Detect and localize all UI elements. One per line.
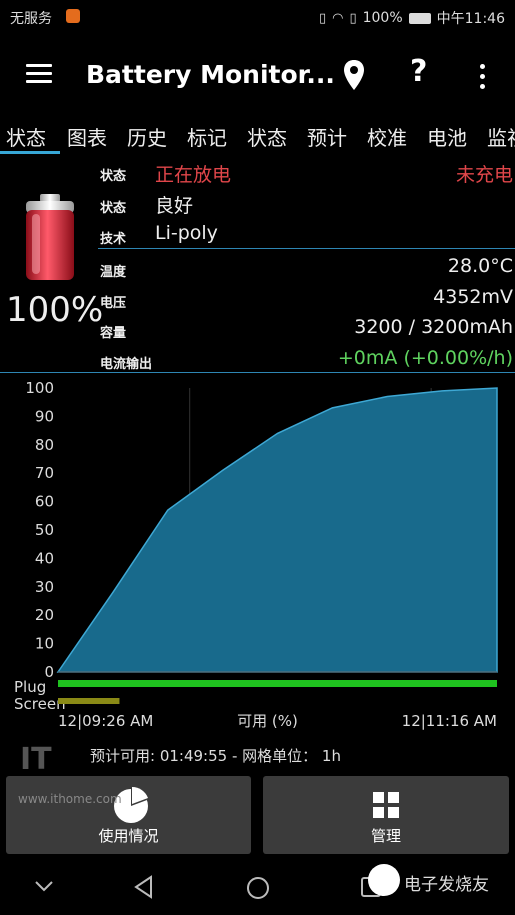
clock: 中午11:46 [436, 11, 505, 27]
usage-button[interactable]: 使用情况 [6, 776, 251, 854]
prediction-text: 预计可用: 01:49:55 - 网格单位： 1h [90, 747, 341, 765]
status-label: 状态 [100, 169, 127, 184]
y-tick-label: 60 [35, 493, 54, 511]
plug-row-label: Plug [14, 678, 46, 696]
tech-label: 技术 [100, 232, 127, 247]
y-tick-label: 80 [35, 436, 54, 454]
tech-value: Li-poly [155, 222, 218, 244]
temp-label: 温度 [100, 265, 127, 280]
status-bar: 无服务 ▯ ◠ ▯ 100% 中午11:46 [0, 0, 515, 34]
collapse-icon[interactable] [34, 878, 54, 897]
tab-monitor[interactable]: 监视 [487, 122, 515, 151]
x-start-label: 12|09:26 AM [58, 712, 153, 730]
y-tick-label: 30 [35, 578, 54, 596]
y-tick-label: 70 [35, 464, 54, 482]
y-tick-label: 20 [35, 606, 54, 624]
chart-svg: 1009080706050403020100PlugScreen12|09:26… [14, 379, 498, 730]
battery-percent: 100% [6, 290, 104, 330]
app-title: Battery Monitor... [86, 60, 335, 89]
usage-button-label: 使用情况 [98, 827, 159, 845]
x-axis-label: 可用 (%) [237, 712, 298, 730]
help-icon[interactable]: ? [410, 54, 427, 89]
plug-bar [58, 680, 497, 687]
tab-chart[interactable]: 图表 [67, 122, 107, 151]
tab-battery[interactable]: 电池 [427, 122, 467, 151]
notification-icon [66, 9, 80, 23]
temp-value: 28.0°C [447, 255, 513, 277]
menu-icon[interactable] [26, 62, 54, 86]
capacity-label: 容量 [100, 326, 127, 341]
vibrate-icon: ▯ [318, 10, 327, 26]
tab-marks[interactable]: 标记 [187, 122, 227, 151]
tab-estimate[interactable]: 预计 [307, 122, 347, 151]
battery-status-icon: ▯ [349, 10, 357, 26]
x-end-label: 12|11:16 AM [402, 712, 497, 730]
battery-chart[interactable]: 100 90 80 70 60 50 40 30 20 10 0 Plug Screen 12|09:26… [6, 372, 509, 742]
tab-history[interactable]: 历史 [127, 122, 167, 151]
wifi-icon: ◠ [332, 10, 344, 26]
plug-value: 未充电 [455, 164, 513, 186]
elecfans-logo [368, 864, 400, 896]
app-bar: Battery Monitor... ? [0, 44, 515, 108]
status-value: 正在放电 [155, 164, 232, 186]
elecfans-watermark: 电子发烧友 [404, 875, 489, 895]
ithome-watermark: www.ithome.com [18, 792, 122, 806]
screen-row-label: Screen [14, 695, 66, 713]
current-value: +0mA (+0.00%/h) [337, 347, 513, 369]
grid-icon [373, 792, 399, 822]
back-icon[interactable] [132, 874, 154, 904]
voltage-label: 电压 [100, 296, 127, 311]
home-icon[interactable] [245, 875, 271, 905]
tab-calibrate[interactable]: 校准 [367, 122, 407, 151]
tab-status[interactable]: 状态 [6, 122, 46, 151]
capacity-value: 3200 / 3200mAh [354, 316, 513, 338]
info-divider [98, 248, 515, 249]
y-tick-label: 50 [35, 521, 54, 539]
tab-state[interactable]: 状态 [247, 122, 287, 151]
manage-button[interactable]: 管理 [263, 776, 509, 854]
y-tick-label: 90 [35, 407, 54, 425]
screen-bar [58, 698, 120, 704]
y-tick-label: 100 [25, 379, 54, 397]
active-tab-indicator [0, 151, 60, 154]
health-value: 良好 [155, 195, 194, 217]
y-tick-label: 40 [35, 549, 54, 567]
location-pin-icon[interactable] [342, 58, 366, 92]
carrier-text: 无服务 [10, 11, 52, 27]
battery-icon [22, 192, 78, 288]
battery-level-icon [408, 12, 431, 24]
navigation-bar: 电子发烧友 [0, 862, 515, 915]
health-label: 状态 [100, 201, 127, 216]
tab-bar: 状态 图表 历史 标记 状态 预计 校准 电池 监视 [0, 118, 515, 156]
more-icon[interactable] [475, 60, 489, 94]
area-series [56, 387, 498, 673]
y-tick-label: 10 [35, 635, 54, 653]
ithome-logo: IT [20, 742, 52, 777]
battery-percent-status: 100% [362, 10, 403, 26]
manage-button-label: 管理 [370, 827, 401, 845]
current-label: 电流输出 [100, 357, 153, 372]
voltage-value: 4352mV [433, 286, 513, 308]
